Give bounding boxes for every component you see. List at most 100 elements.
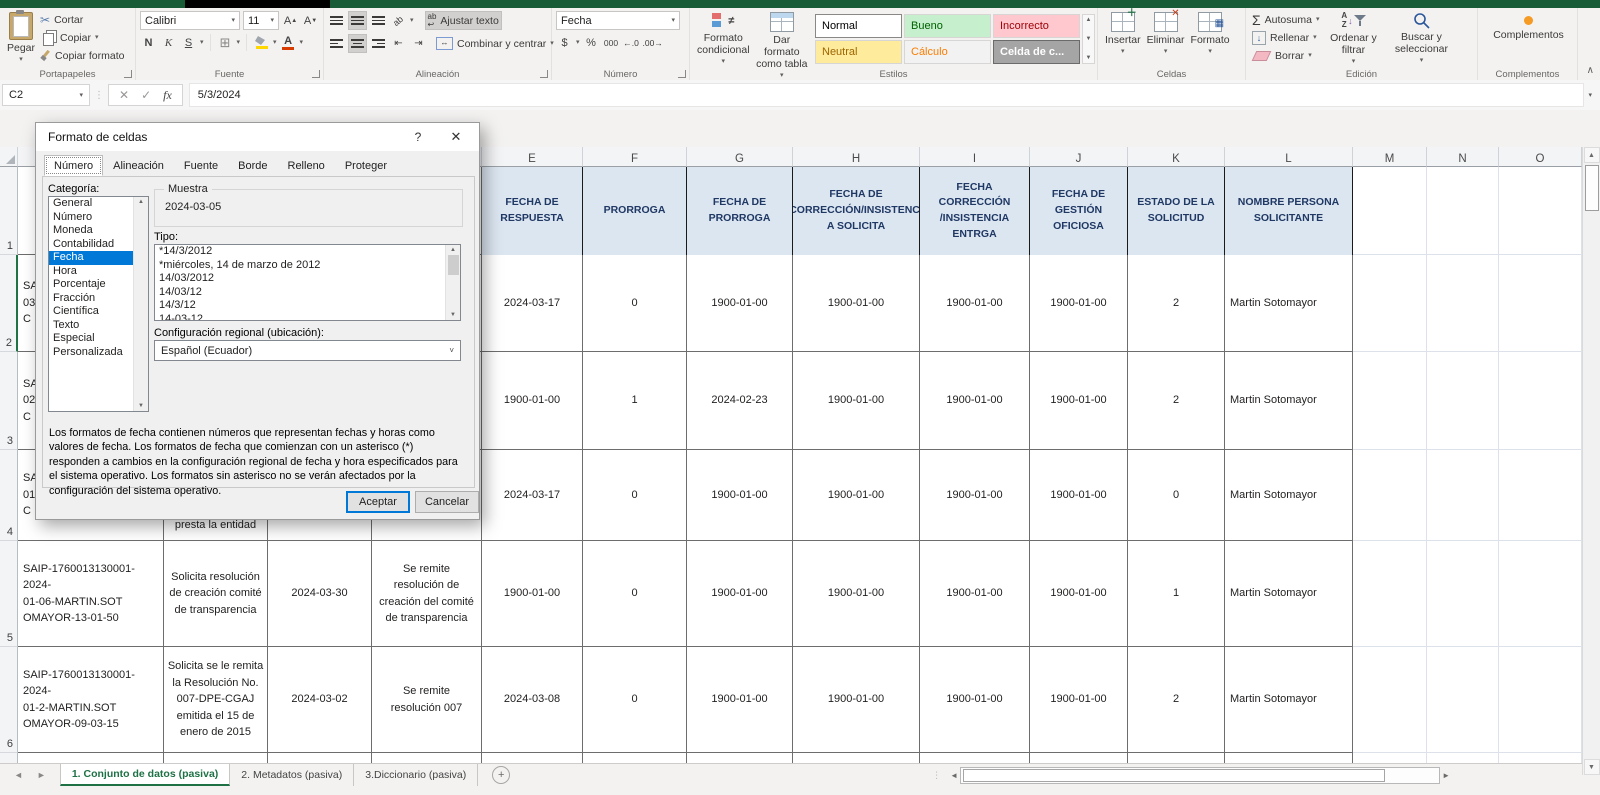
cell-N4[interactable] [1427, 450, 1499, 541]
tab-numero[interactable]: Número [44, 155, 103, 176]
column-header-H[interactable]: H [793, 147, 920, 167]
cancel-entry-icon[interactable]: ✕ [119, 88, 129, 102]
row-header-5[interactable]: 5 [0, 541, 18, 647]
tab-relleno[interactable]: Relleno [278, 155, 335, 176]
cell-H4[interactable]: 1900-01-00 [793, 450, 920, 541]
cell-K7[interactable] [1128, 753, 1225, 763]
cell-K1[interactable]: ESTADO DE LA SOLICITUD [1128, 167, 1225, 255]
tab-fuente[interactable]: Fuente [174, 155, 228, 176]
cell-M3[interactable] [1353, 352, 1427, 450]
cell-O4[interactable] [1499, 450, 1582, 541]
cell-B7[interactable] [164, 753, 268, 763]
bold-button[interactable]: N [140, 34, 157, 51]
clear-button[interactable]: Borrar▾ [1250, 47, 1321, 64]
cell-K4[interactable]: 0 [1128, 450, 1225, 541]
column-header-E[interactable]: E [482, 147, 583, 167]
cell-K6[interactable]: 2 [1128, 647, 1225, 753]
category-item[interactable]: Número [49, 211, 133, 225]
cell-style-bueno[interactable]: Bueno [904, 14, 991, 38]
orientation-button[interactable]: ab [390, 12, 407, 29]
cell-H5[interactable]: 1900-01-00 [793, 541, 920, 647]
borders-button[interactable]: ⊞ [217, 34, 234, 51]
type-item[interactable]: 14/3/12 [155, 299, 445, 313]
row-header-3[interactable]: 3 [0, 352, 18, 450]
sheet-tab[interactable]: 1. Conjunto de datos (pasiva) [60, 764, 230, 786]
align-center-button[interactable] [348, 34, 367, 53]
cell-N7[interactable] [1427, 753, 1499, 763]
format-cells-button[interactable]: ▦ Formato ▾ [1188, 11, 1233, 56]
cell-H3[interactable]: 1900-01-00 [793, 352, 920, 450]
cell-L7[interactable] [1225, 753, 1353, 763]
cell-C6[interactable]: 2024-03-02 [268, 647, 372, 753]
scroll-up-icon[interactable]: ▲ [138, 199, 144, 205]
type-item[interactable]: 14-03-12 [155, 313, 445, 321]
cell-A6[interactable]: SAIP-1760013130001-2024- 01-2-MARTIN.SOT… [18, 647, 164, 753]
cell-F7[interactable] [583, 753, 687, 763]
row-header-4[interactable]: 4 [0, 450, 18, 541]
scroll-left-icon[interactable]: ◄ [950, 771, 958, 780]
cell-M2[interactable] [1353, 255, 1427, 352]
category-item[interactable]: Porcentaje [49, 278, 133, 292]
cell-style-celda-de-c-[interactable]: Celda de c... [993, 40, 1080, 64]
cell-F2[interactable]: 0 [583, 255, 687, 352]
column-header-J[interactable]: J [1030, 147, 1128, 167]
number-dialog-launcher[interactable] [678, 70, 686, 78]
type-item[interactable]: *miércoles, 14 de marzo de 2012 [155, 259, 445, 273]
next-sheet-icon[interactable]: ► [37, 770, 46, 780]
cell-F6[interactable]: 0 [583, 647, 687, 753]
column-header-I[interactable]: I [920, 147, 1030, 167]
sheet-tab[interactable]: 3.Diccionario (pasiva) [354, 764, 478, 786]
fill-color-button[interactable] [253, 34, 270, 51]
formula-input[interactable]: 5/3/2024 [189, 83, 1585, 107]
cell-N5[interactable] [1427, 541, 1499, 647]
align-bottom-button[interactable] [370, 12, 387, 29]
category-item[interactable]: Científica [49, 305, 133, 319]
cancel-button[interactable]: Cancelar [415, 491, 479, 513]
cell-E1[interactable]: FECHA DE RESPUESTA [482, 167, 583, 255]
number-format-combo[interactable]: Fecha▾ [556, 11, 680, 30]
cell-M6[interactable] [1353, 647, 1427, 753]
prev-sheet-icon[interactable]: ◄ [14, 770, 23, 780]
cell-H7[interactable] [793, 753, 920, 763]
cell-K2[interactable]: 2 [1128, 255, 1225, 352]
font-color-button[interactable]: A [280, 34, 297, 51]
autosum-button[interactable]: ΣAutosuma▾ [1250, 11, 1321, 28]
column-header-K[interactable]: K [1128, 147, 1225, 167]
cell-A5[interactable]: SAIP-1760013130001-2024- 01-06-MARTIN.SO… [18, 541, 164, 647]
cell-J1[interactable]: FECHA DE GESTIÓN OFICIOSA [1030, 167, 1128, 255]
column-header-G[interactable]: G [687, 147, 793, 167]
category-scrollbar[interactable]: ▲▼ [133, 197, 148, 411]
vertical-scroll-thumb[interactable] [1585, 165, 1599, 211]
cell-C5[interactable]: 2024-03-30 [268, 541, 372, 647]
copy-button[interactable]: Copiar▾ [38, 29, 126, 46]
column-header-N[interactable]: N [1427, 147, 1499, 167]
category-item[interactable]: Contabilidad [49, 238, 133, 252]
cell-H1[interactable]: FECHA DE CORRECCIÓN/INSISTENCI A SOLICIT… [793, 167, 920, 255]
sort-filter-button[interactable]: AZ↓ Ordenar y filtrar ▾ [1321, 11, 1385, 66]
dialog-close-icon[interactable]: ✕ [443, 128, 469, 146]
scroll-down-icon[interactable]: ▼ [1584, 759, 1600, 775]
addins-button[interactable]: Complementos [1482, 11, 1575, 42]
merge-center-button[interactable]: ↔ Combinar y centrar ▾ [434, 35, 556, 52]
cell-M7[interactable] [1353, 753, 1427, 763]
tab-alineacion[interactable]: Alineación [103, 155, 174, 176]
cell-E7[interactable] [482, 753, 583, 763]
vertical-scrollbar[interactable]: ▲ ▼ [1582, 147, 1600, 775]
column-header-O[interactable]: O [1499, 147, 1582, 167]
cell-D7[interactable] [372, 753, 482, 763]
wrap-text-button[interactable]: ab↩ Ajustar texto [425, 11, 502, 30]
cell-G7[interactable] [687, 753, 793, 763]
cell-J3[interactable]: 1900-01-00 [1030, 352, 1128, 450]
cell-H6[interactable]: 1900-01-00 [793, 647, 920, 753]
cut-button[interactable]: ✂Cortar [38, 11, 126, 28]
cell-D5[interactable]: Se remite resolución de creación del com… [372, 541, 482, 647]
align-right-button[interactable] [370, 35, 387, 52]
conditional-formatting-button[interactable]: ≠ Formato condicional ▾ [694, 11, 753, 66]
percent-format-button[interactable]: % [583, 34, 600, 51]
cell-O3[interactable] [1499, 352, 1582, 450]
alignment-dialog-launcher[interactable] [540, 70, 548, 78]
locale-combo[interactable]: Español (Ecuador) ˅ [154, 340, 461, 361]
horizontal-scroll-track[interactable] [960, 767, 1440, 784]
column-header-F[interactable]: F [583, 147, 687, 167]
type-scroll-thumb[interactable] [448, 255, 459, 275]
